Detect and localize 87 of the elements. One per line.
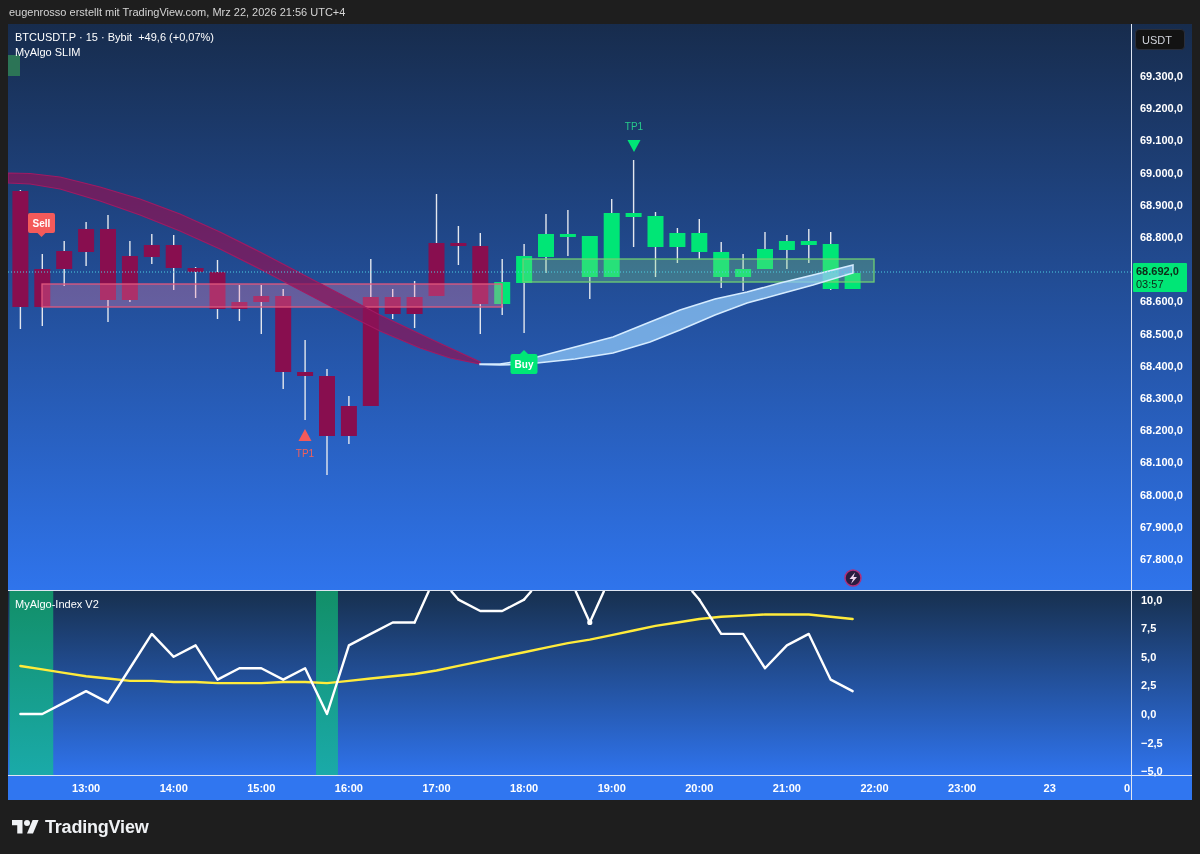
candle [647,211,664,278]
offscale-line-segment [522,591,533,601]
time-label: 16:00 [334,782,363,794]
price-tick: 69.100,0 [1140,133,1183,148]
candle [56,240,73,287]
offscale-line-segment [588,591,605,624]
time-label: 18:00 [510,782,539,794]
candle [340,395,357,445]
axis-tick: 2,5 [1141,679,1157,692]
candle [231,284,248,322]
offscale-line-segment [691,591,701,601]
axis-tick: 10,0 [1141,593,1163,606]
price-tick: 68.300,0 [1140,390,1183,405]
candle [78,221,95,267]
chart-caption: eugenrosso erstellt mit TradingView.com, Mrz 22, 2026 21:56 UTC+4 [9,6,346,18]
price-change: +49,6 (+0,07%) [138,30,214,45]
candle [121,240,138,303]
time-label: 19:00 [597,782,626,794]
indicator-pane[interactable] [8,591,1131,775]
candle [538,213,554,274]
time-label: 23 [1043,782,1056,794]
time-label: 21:00 [772,782,801,794]
candle [669,227,686,264]
lightning-icon[interactable] [844,569,862,587]
axis-tick: 0,0 [1141,708,1157,720]
target-label: TP1 [624,121,644,132]
time-label: 17:00 [422,782,451,794]
price-tick: 68.200,0 [1140,423,1183,438]
axis-tick: 7,5 [1141,622,1157,635]
time-label: 15:00 [247,782,276,794]
price-tick: 69.300,0 [1140,69,1183,84]
time-label: 14:00 [159,782,188,794]
triangle-up-icon [298,429,312,441]
triangle-down-icon [627,140,641,152]
time-label: 13:00 [72,782,101,794]
last-price: 68.692,0 [1136,264,1179,278]
candle [384,288,401,320]
candle [713,241,730,289]
price-tick: 68.600,0 [1140,294,1183,309]
buy-label: Buy [510,350,538,374]
candle [494,258,511,316]
candle [209,259,226,320]
price-tick: 68.500,0 [1140,326,1183,341]
candle [143,233,160,265]
bar-countdown: 03:57 [1136,277,1164,291]
indicator-name: MyAlgo SLIM [15,45,81,60]
candle [757,231,773,270]
chart-pane[interactable]: TP1 Sell Buy TP1 BTCUSDT.P · 15 · Bybit +49,6 (+0,07%) MyAlgo SLIM [8,24,1131,590]
price-tick: 68.800,0 [1140,230,1183,245]
axis-tick: −5,0 [1141,765,1163,778]
indicator-axis[interactable] [1132,591,1192,775]
candle [559,209,576,257]
candle [778,234,795,270]
candle [187,266,204,299]
axis-tick: −2,5 [1141,736,1163,749]
time-label: 22:00 [860,782,889,794]
time-label: 20:00 [685,782,714,794]
offscale-line-segment [574,591,591,624]
offscale-line-segment [413,591,430,624]
price-tick: 67.900,0 [1140,519,1183,534]
price-tick: 68.900,0 [1140,197,1183,212]
offscale-line-segment [450,591,460,601]
price-tick: 68.400,0 [1140,358,1183,373]
axis-tick: 5,0 [1141,650,1157,663]
target-label: TP1 [295,448,315,459]
time-label: 23:00 [948,782,977,794]
candle [450,225,467,266]
price-axis[interactable]: USDT 69.300,0 69.200,0 69.100,0 69.000,0 68.900,0 68.800,0 68.600,0 68.500,0 68.400,0 68.300,0 68.200,0 68.100,0 68.000,0 67.900,0 67.800,0 68.692,0 03:57 [1132,24,1192,590]
price-tick: 68.100,0 [1140,455,1183,470]
price-tick: 69.200,0 [1140,101,1183,116]
sell-label: Sell [28,213,55,237]
symbol-info: BTCUSDT.P · 15 · Bybit [15,30,133,45]
candle [735,253,752,292]
price-tick: 68.000,0 [1140,487,1183,502]
currency-button[interactable]: USDT [1135,29,1185,50]
candle [253,284,270,335]
candle [800,228,817,264]
candle [691,218,708,260]
candle [581,235,598,300]
candle [406,280,423,329]
price-tick: 69.000,0 [1140,165,1183,180]
logo-text: TradingView [45,816,149,838]
price-tick: 67.800,0 [1140,551,1183,566]
time-label: 0 [1124,782,1131,794]
indicator-title: MyAlgo-Index V2 [15,598,99,610]
time-axis[interactable] [8,776,1192,800]
candle [165,234,182,291]
